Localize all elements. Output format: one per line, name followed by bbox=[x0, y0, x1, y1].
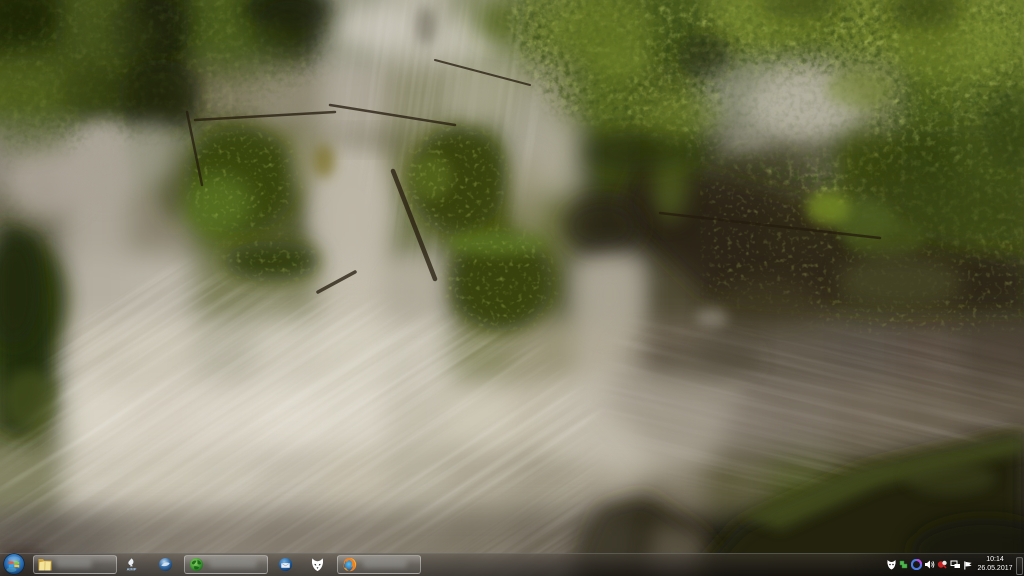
svg-text:AIMP: AIMP bbox=[127, 566, 137, 571]
